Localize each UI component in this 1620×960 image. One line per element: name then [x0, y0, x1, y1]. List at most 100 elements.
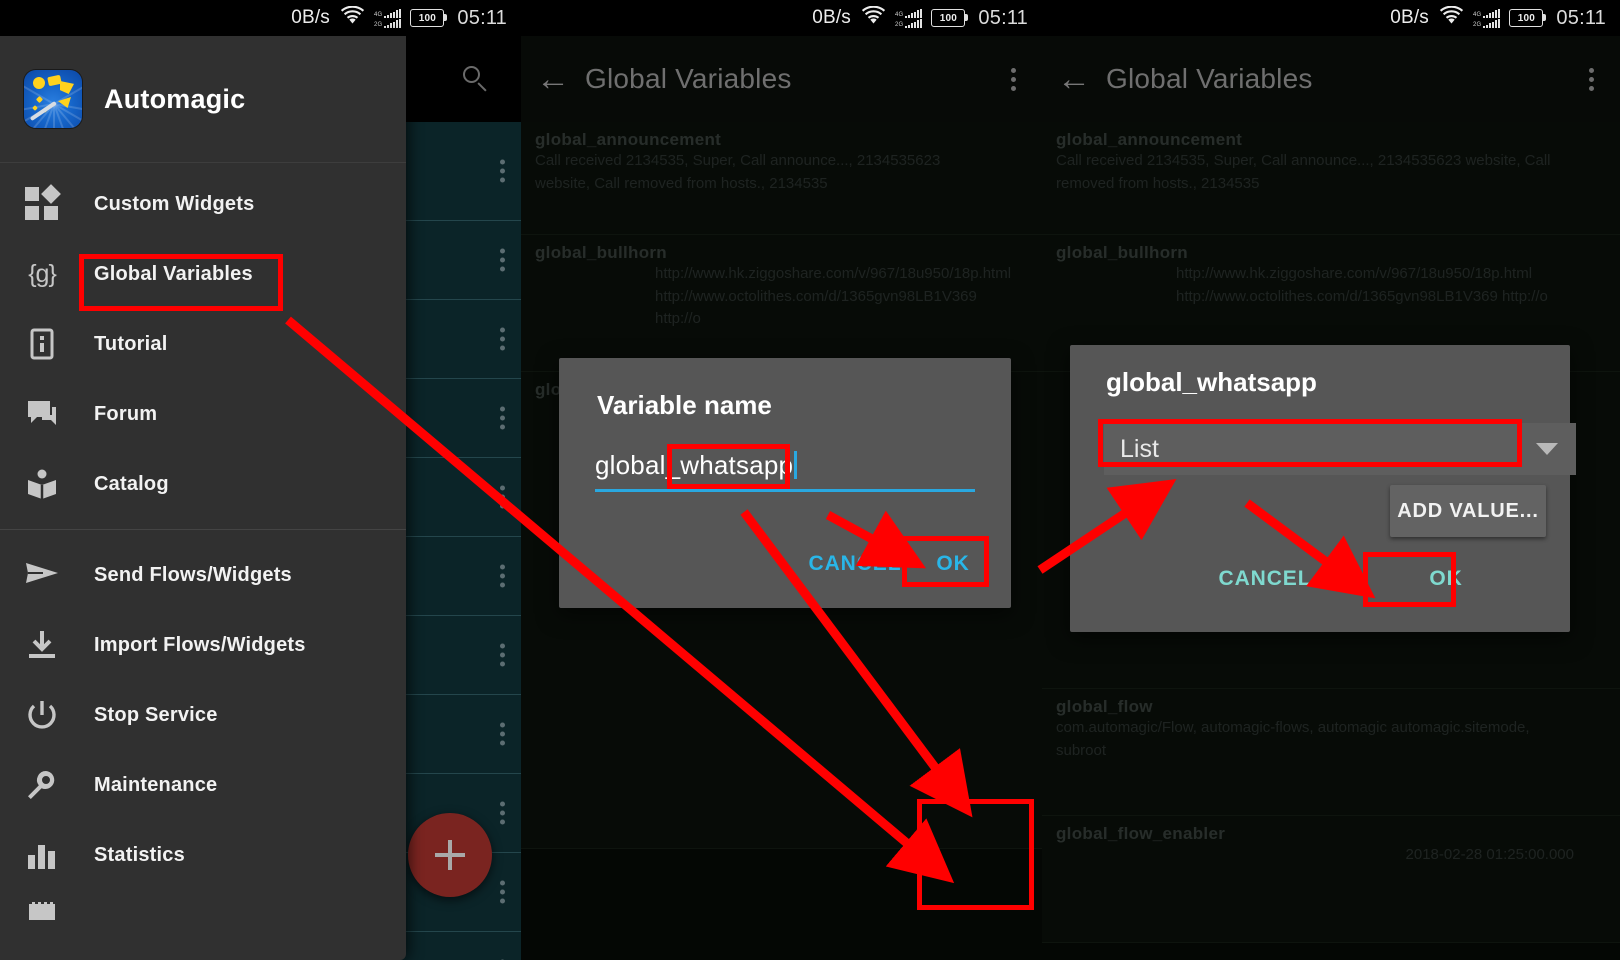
power-icon [24, 697, 60, 733]
list-item[interactable]: global_bullhorn http://www.hk.ziggoshare… [521, 235, 1042, 372]
search-button[interactable] [431, 66, 521, 92]
sidebar-item-label: Stop Service [94, 703, 218, 726]
row-overflow-icon[interactable] [500, 327, 505, 351]
cancel-button[interactable]: CANCEL [807, 544, 903, 584]
clock: 05:11 [457, 6, 507, 29]
row-overflow-icon[interactable] [500, 722, 505, 746]
app-bar-right: ← Global Variables [1042, 36, 1620, 122]
row-overflow-icon[interactable] [500, 248, 505, 272]
row-overflow-icon[interactable] [500, 801, 505, 825]
row-overflow-icon[interactable] [500, 485, 505, 509]
battery-icon: 100 [410, 9, 448, 27]
status-bar-left: 0B/s 4G 2G 100 05:11 [0, 0, 521, 36]
input-underline [595, 489, 975, 492]
variable-name: global_bullhorn [1056, 243, 1188, 262]
highlight-whatsapp-text [667, 444, 790, 489]
signal-bars-icon: 4G 2G [1473, 7, 1501, 29]
variable-value: http://www.hk.ziggoshare.com/v/967/18u95… [655, 265, 1012, 327]
signal-label: 4G [895, 11, 904, 18]
clock: 05:11 [978, 6, 1028, 29]
back-arrow-icon[interactable]: ← [521, 62, 585, 96]
row-overflow-icon[interactable] [500, 564, 505, 588]
variable-name: global_announcement [1056, 130, 1243, 149]
dialog-title: Variable name [597, 390, 772, 420]
battery-icon: 100 [931, 9, 969, 27]
drawer-divider [0, 529, 406, 530]
panel-left: global_announcement global_bullhorn glob… [0, 0, 521, 960]
row-overflow-icon[interactable] [500, 406, 505, 430]
signal-label: 2G [895, 21, 904, 28]
sidebar-item-log[interactable] [0, 890, 406, 940]
screenshot-root: global_announcement global_bullhorn glob… [0, 0, 1620, 960]
variable-value: Call received 2134535, Super, Call annou… [1056, 152, 1551, 192]
variable-name: global_flow_enabler [1056, 824, 1226, 843]
send-icon [24, 557, 60, 593]
sidebar-item-statistics[interactable]: Statistics [0, 820, 406, 890]
variable-name: global_flow [1056, 697, 1153, 716]
highlight-ok-button-right [1363, 552, 1456, 607]
signal-label: 4G [1473, 11, 1482, 18]
row-overflow-icon[interactable] [500, 159, 505, 183]
network-speed: 0B/s [812, 7, 852, 28]
wifi-icon [1439, 5, 1464, 31]
battery-icon: 100 [1509, 9, 1547, 27]
list-item[interactable]: global_flow_enabler 2018-02-28 01:25:00.… [1042, 816, 1620, 943]
page-title: Global Variables [1106, 63, 1313, 94]
status-bar-right: 0B/s 4G 2G 100 05:11 [1042, 0, 1620, 36]
sidebar-item-custom-widgets[interactable]: Custom Widgets [0, 169, 406, 239]
add-variable-fab-left[interactable] [408, 813, 492, 897]
variable-value: Call received 2134535, Super, Call annou… [535, 152, 941, 192]
variable-type-dialog: global_whatsapp List ADD VALUE... CANCEL… [1070, 345, 1576, 632]
app-title: Automagic [104, 83, 246, 114]
sidebar-item-label: Catalog [94, 472, 169, 495]
row-overflow-icon[interactable] [500, 643, 505, 667]
sidebar-item-label: Custom Widgets [94, 192, 255, 215]
sidebar-item-label: Send Flows/Widgets [94, 563, 292, 586]
sidebar-item-maintenance[interactable]: Maintenance [0, 750, 406, 820]
variable-value: 2018-02-28 01:25:00.000 [1405, 846, 1574, 863]
sidebar-item-forum[interactable]: Forum [0, 379, 406, 449]
highlight-ok-button-middle [902, 536, 989, 587]
info-book-icon [24, 326, 60, 362]
sidebar-item-catalog[interactable]: Catalog [0, 449, 406, 519]
download-icon [24, 627, 60, 663]
kebab-menu-icon[interactable] [1562, 67, 1620, 91]
kebab-menu-icon[interactable] [984, 67, 1042, 91]
variable-name: global_bullhorn [535, 243, 667, 262]
list-item[interactable]: global_announcement Call received 213453… [1042, 122, 1620, 235]
highlight-fab-middle [917, 799, 1034, 910]
add-value-button[interactable]: ADD VALUE... [1390, 485, 1546, 537]
signal-bars-icon: 4G 2G [895, 7, 923, 29]
variable-value: com.automagic/Flow, automagic-flows, aut… [1056, 719, 1530, 759]
panel-right: global_announcement Call received 213453… [1042, 0, 1620, 960]
sidebar-item-label: Forum [94, 402, 158, 425]
sidebar-item-label: Tutorial [94, 332, 168, 355]
bar-chart-icon [24, 837, 60, 873]
open-book-icon [24, 466, 60, 502]
sidebar-item-import-flows[interactable]: Import Flows/Widgets [0, 610, 406, 680]
automagic-logo-icon [24, 70, 82, 128]
network-speed: 0B/s [1390, 7, 1430, 28]
sidebar-item-label: Maintenance [94, 773, 218, 796]
back-arrow-icon[interactable]: ← [1042, 62, 1106, 96]
wifi-icon [340, 5, 365, 31]
chevron-down-icon [1536, 443, 1558, 455]
plus-icon [435, 840, 465, 870]
log-list-icon [24, 897, 60, 933]
highlight-global-variables-menu-item [79, 254, 283, 311]
app-bar-middle: ← Global Variables [521, 36, 1042, 122]
list-item[interactable]: global_announcement Call received 213453… [521, 122, 1042, 235]
sidebar-item-stop-service[interactable]: Stop Service [0, 680, 406, 750]
battery-level: 100 [939, 12, 958, 24]
page-title: Global Variables [585, 63, 792, 94]
battery-level: 100 [418, 12, 437, 24]
wrench-icon [24, 767, 60, 803]
sidebar-item-send-flows[interactable]: Send Flows/Widgets [0, 540, 406, 610]
navigation-drawer: Automagic Custom Widgets {g} Global Vari… [0, 36, 406, 960]
dialog-title: global_whatsapp [1106, 367, 1317, 397]
row-overflow-icon[interactable] [500, 880, 505, 904]
cancel-button[interactable]: CANCEL [1210, 560, 1320, 598]
sidebar-item-tutorial[interactable]: Tutorial [0, 309, 406, 379]
list-item[interactable]: global_flow com.automagic/Flow, automagi… [1042, 689, 1620, 816]
signal-label: 4G [374, 11, 383, 18]
